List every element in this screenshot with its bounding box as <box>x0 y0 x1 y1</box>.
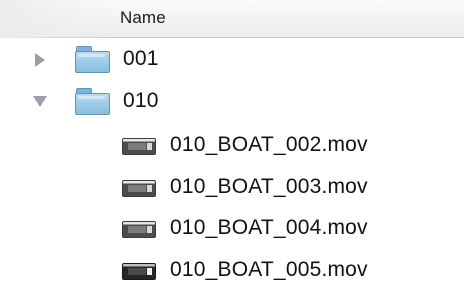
item-label: 001 <box>123 47 159 70</box>
list-item-file[interactable]: 010_BOAT_004.mov <box>0 209 464 249</box>
item-label: 010_BOAT_003.mov <box>170 175 368 198</box>
column-header-name[interactable]: Name <box>120 8 166 28</box>
item-label: 010 <box>123 89 159 112</box>
disclosure-triangle-down-icon[interactable] <box>33 96 47 107</box>
list-item-file[interactable]: 010_BOAT_003.mov <box>0 168 464 208</box>
header-fade <box>0 0 120 38</box>
item-label: 010_BOAT_004.mov <box>170 216 368 239</box>
folder-icon <box>75 46 110 73</box>
folder-icon <box>75 88 110 115</box>
list-item-folder-010[interactable]: 010 <box>0 82 464 122</box>
list-header: Name <box>0 0 464 38</box>
movie-file-icon <box>122 263 156 280</box>
list-item-folder-001[interactable]: 001 <box>0 40 464 80</box>
list-item-file[interactable]: 010_BOAT_002.mov <box>0 126 464 166</box>
list-item-file[interactable]: 010_BOAT_005.mov <box>0 251 464 291</box>
item-label: 010_BOAT_005.mov <box>170 258 368 281</box>
disclosure-triangle-right-icon[interactable] <box>35 53 45 67</box>
movie-file-icon <box>122 138 156 155</box>
movie-file-icon <box>122 221 156 238</box>
movie-file-icon <box>122 180 156 197</box>
item-label: 010_BOAT_002.mov <box>170 133 368 156</box>
finder-list-view: Name 001 010 010_BOAT_002.mov 010_BOAT_0… <box>0 0 464 297</box>
